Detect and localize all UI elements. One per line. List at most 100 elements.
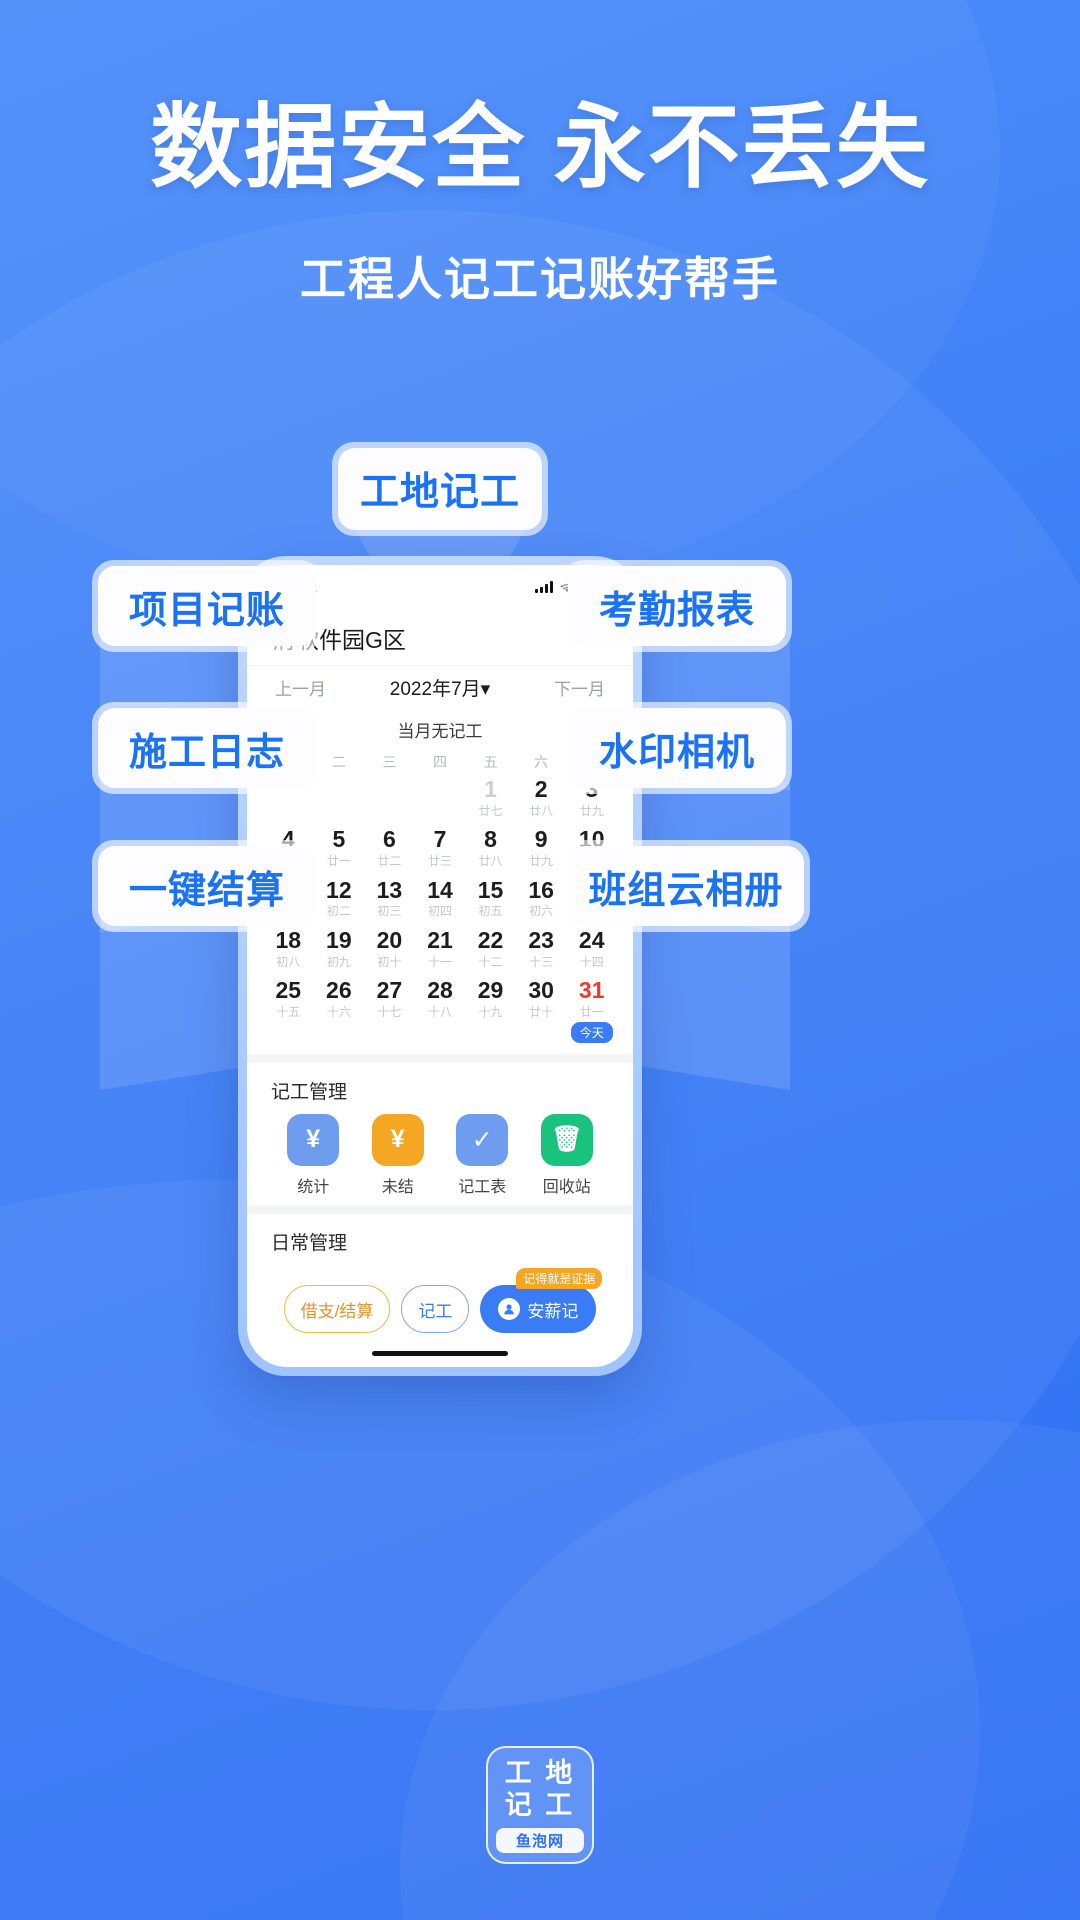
calendar-day-number: 8 [484,826,497,853]
calendar-day-number: 19 [326,927,352,954]
calendar-lunar-label: 十五 [276,1005,301,1020]
bottom-action-bar: 借支/结算 记工 记得就是证据 安薪记 [247,1268,633,1333]
calendar-day-cell[interactable]: 6 廿二 [364,824,415,874]
calendar-day-cell[interactable]: 26 十六 [314,975,365,1047]
logo-line-2: 记 工 [504,1790,576,1821]
calendar-lunar-label: 十七 [377,1005,402,1020]
anxinji-brand-button[interactable]: 记得就是证据 安薪记 [480,1268,603,1333]
calendar-day-cell[interactable]: 7 廿三 [415,824,466,874]
home-indicator [372,1351,508,1356]
calendar-week-row: 25 十五 26 十六 27 十七 28 十八 29 十九 30 廿十 31 廿一 今天 [263,975,617,1047]
chip-label: 施工日志 [98,708,316,788]
trash-icon: 🗑 [540,1113,593,1166]
calendar-lunar-label: 廿八 [529,803,554,818]
calendar-day-number: 6 [383,826,396,853]
chip-shuiyin-xiangji[interactable]: 水印相机 [562,702,792,794]
calendar-lunar-label: 初三 [377,904,402,919]
calendar-day-cell[interactable]: 8 廿八 [465,824,516,874]
today-pill: 今天 [570,1021,613,1043]
calendar-day-cell[interactable]: 16 初六 [516,875,567,925]
calendar-lunar-label: 廿三 [427,854,452,869]
calendar-lunar-label: 初八 [276,954,301,969]
calendar-day-cell[interactable]: 21 十一 [415,925,466,975]
weekday-label: 五 [483,754,498,770]
page-title: 数据安全 永不丢失 [150,97,930,199]
record-work-button[interactable]: 记工 [401,1285,470,1333]
calendar-lunar-label: 廿一 [579,1005,604,1020]
prev-month-button[interactable]: 上一月 [275,675,326,700]
calendar-day-number: 14 [427,876,453,903]
tile-yuan-clock[interactable]: ¥ 未结 [356,1113,441,1197]
chevron-down-icon: ▾ [480,679,491,700]
calendar-day-cell [415,774,466,824]
section-title: 记工管理 [271,1081,348,1103]
calendar-lunar-label: 初九 [326,954,351,969]
calendar-day-number: 15 [477,876,504,903]
signal-bars-icon [535,581,553,593]
weekday-label: 四 [432,754,447,770]
tile-trash[interactable]: 🗑 回收站 [525,1113,610,1197]
calendar-day-cell[interactable]: 13 初三 [364,875,415,925]
calendar-day-cell[interactable]: 1 廿七 [465,774,516,824]
tile-clipboard[interactable]: ✓ 记工表 [440,1113,525,1197]
settle-button[interactable]: 借支/结算 [283,1285,391,1333]
chip-gongdi-jigong[interactable]: 工地记工 [332,442,548,536]
chip-shigong-rizhi[interactable]: 施工日志 [92,702,322,794]
calendar-day-cell[interactable]: 19 初九 [314,925,365,975]
tile-label: 统计 [297,1178,330,1196]
calendar-day-number: 13 [376,876,403,903]
calendar-day-number: 26 [326,977,352,1004]
calendar-day-cell[interactable]: 22 十二 [465,925,516,975]
chip-yijian-jiesuan[interactable]: 一键结算 [92,840,322,932]
calendar-day-cell[interactable]: 25 十五 [263,975,314,1047]
section-worklog-management: 记工管理 ¥ 统计 ¥ 未结 ✓ 记工表 🗑 回收站 [247,1053,633,1205]
tile-label: 未结 [381,1178,414,1196]
chip-label: 考勤报表 [568,566,786,646]
calendar-lunar-label: 十三 [529,954,554,969]
chip-label: 班组云相册 [568,846,804,926]
calendar-lunar-label: 初四 [427,904,452,919]
calendar-day-cell[interactable]: 23 十三 [516,925,567,975]
calendar-day-cell[interactable]: 30 廿十 [516,975,567,1047]
current-month-selector[interactable]: 2022年7月▾ [390,674,490,701]
calendar-day-cell[interactable]: 18 初八 [263,925,314,975]
calendar-day-number: 27 [376,977,403,1004]
tile-yuan-note[interactable]: ¥ 统计 [271,1113,356,1197]
calendar-day-number: 20 [376,927,403,954]
calendar-day-number: 31 [578,977,605,1004]
calendar-day-number: 5 [332,826,346,853]
calendar-lunar-label: 十九 [478,1005,503,1020]
calendar-lunar-label: 廿十 [529,1005,554,1020]
calendar-day-number: 23 [528,927,554,954]
chip-kaoqin-baobiao[interactable]: 考勤报表 [562,560,792,652]
calendar-day-number: 1 [484,776,497,802]
calendar-lunar-label: 十八 [427,1005,452,1020]
calendar-lunar-label: 十一 [427,954,452,969]
phone-mockup: 9:41 府软件园G区 上一月 2022年7月▾ 下一月 当月无记工 一 [238,556,642,1376]
calendar-day-cell[interactable]: 28 十八 [415,975,466,1047]
logo-subtitle: 鱼泡网 [496,1828,584,1853]
calendar-day-cell [364,774,415,824]
calendar-lunar-label: 廿八 [478,854,503,869]
next-month-button[interactable]: 下一月 [554,675,605,700]
section-daily-management: 日常管理 [247,1204,633,1273]
chip-xiangmu-jizhang[interactable]: 项目记账 [92,560,322,652]
calendar-day-cell[interactable]: 20 初十 [364,925,415,975]
calendar-day-cell[interactable]: 14 初四 [415,875,466,925]
calendar-day-cell[interactable]: 24 十四 [566,925,617,975]
calendar-day-number: 7 [433,826,447,853]
calendar-day-cell[interactable]: 29 十九 [465,975,516,1047]
calendar-day-cell[interactable]: 9 廿九 [516,824,567,874]
calendar-day-cell[interactable]: 31 廿一 今天 [566,975,617,1047]
app-logo: 工 地 记 工 鱼泡网 [486,1746,594,1864]
weekday-label: 三 [382,754,397,770]
calendar-day-cell[interactable]: 2 廿八 [516,774,567,824]
page-subtitle: 工程人记工记账好帮手 [300,253,780,305]
chip-label: 一键结算 [98,846,316,926]
brand-button-label: 安薪记 [527,1301,579,1321]
calendar-lunar-label: 廿二 [377,854,402,869]
calendar-day-cell[interactable]: 27 十七 [364,975,415,1047]
calendar-day-cell[interactable]: 15 初五 [465,875,516,925]
chip-banzu-yun-xiangce[interactable]: 班组云相册 [562,840,810,932]
chip-label: 项目记账 [98,566,316,646]
